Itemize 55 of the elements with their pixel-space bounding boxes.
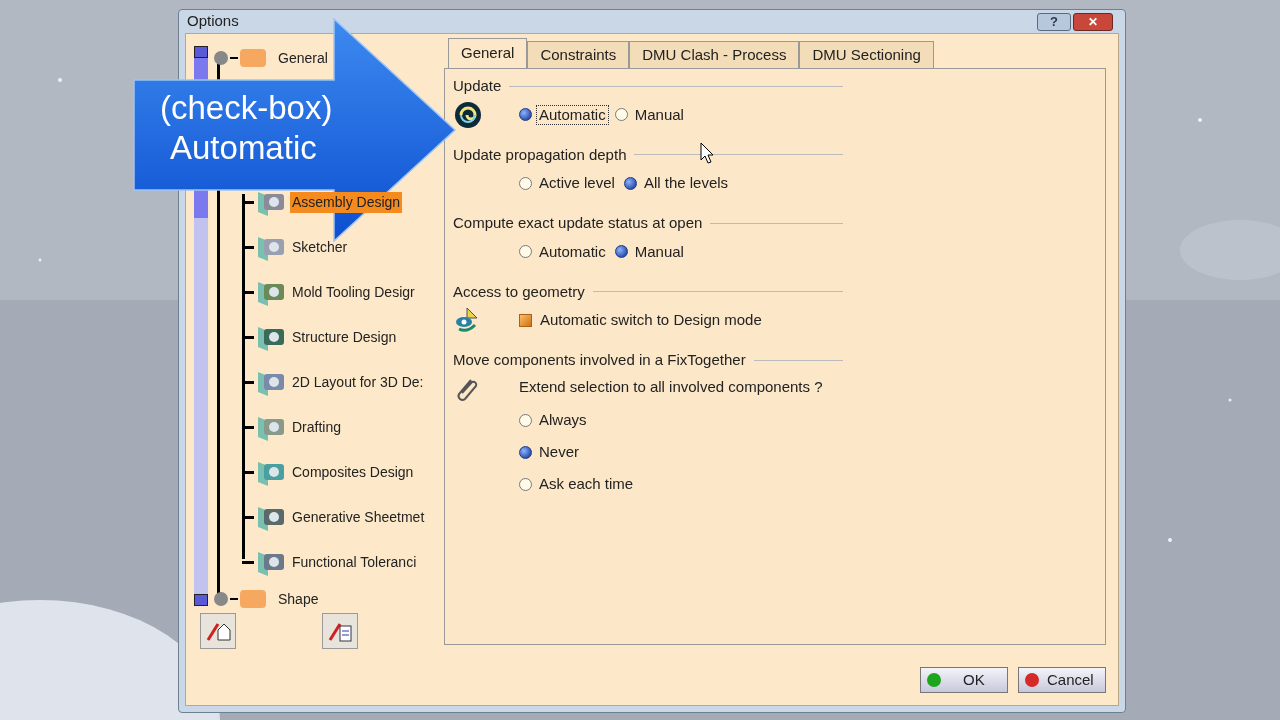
option-label: Ask each time	[538, 474, 635, 494]
option-label: Active level	[538, 173, 616, 193]
group-title: Update propagation depth	[453, 144, 627, 165]
group-title: Move components involved in a FixTogether	[453, 350, 746, 370]
callout-text: (check-box) Automatic	[160, 88, 333, 168]
tree-item[interactable]: Functional Toleranci	[290, 552, 419, 573]
mouse-pointer-icon	[700, 142, 714, 164]
group-title: Compute exact update status at open	[453, 213, 703, 233]
checkbox-label: Automatic switch to Design mode	[540, 309, 762, 330]
option-label: Always	[538, 410, 588, 430]
tab[interactable]: Constraints	[527, 41, 630, 68]
expand-icon[interactable]	[214, 592, 228, 606]
help-button[interactable]: ?	[1037, 12, 1071, 31]
option-label: Automatic	[536, 104, 609, 125]
group-title: Update	[453, 76, 502, 96]
ok-button[interactable]: OK	[920, 667, 1008, 693]
tab[interactable]: DMU Clash - Process	[629, 41, 800, 68]
tree-item[interactable]: Composites Design	[290, 462, 416, 483]
document-tool-button[interactable]	[322, 613, 358, 649]
radio-button[interactable]	[519, 477, 532, 491]
radio-button[interactable]	[519, 445, 532, 459]
tree-item[interactable]: Mold Tooling Desigr	[290, 282, 417, 303]
radio-button[interactable]	[519, 108, 532, 121]
option-label: Automatic	[538, 241, 607, 262]
radio-button[interactable]	[614, 245, 628, 258]
scroll-up-icon[interactable]	[194, 46, 208, 58]
tree-item[interactable]: 2D Layout for 3D De:	[290, 372, 426, 393]
checkbox[interactable]	[519, 313, 532, 327]
tree-item[interactable]: Generative Sheetmet	[290, 507, 427, 528]
radio-button[interactable]	[614, 108, 628, 121]
radio-button[interactable]	[519, 176, 532, 190]
tab[interactable]: General	[448, 38, 528, 68]
window-title: Options	[187, 11, 239, 32]
home-tool-button[interactable]	[200, 613, 236, 649]
scroll-down-icon[interactable]	[194, 594, 208, 606]
tree-item[interactable]: Sketcher	[290, 237, 350, 258]
radio-button[interactable]	[519, 413, 532, 427]
tree-item[interactable]: Drafting	[290, 417, 344, 438]
tab[interactable]: DMU Sectioning	[799, 41, 934, 68]
close-button[interactable]: ✕	[1073, 12, 1113, 31]
group-title: Access to geometry	[453, 281, 585, 302]
option-label: All the levels	[642, 173, 730, 193]
tree-item[interactable]: Structure Design	[290, 327, 399, 348]
tree-item[interactable]: Assembly Design	[290, 192, 403, 213]
cancel-button[interactable]: Cancel	[1018, 667, 1106, 693]
radio-button[interactable]	[623, 176, 637, 190]
option-label: Manual	[633, 104, 685, 125]
radio-button[interactable]	[519, 245, 532, 258]
swirl-icon	[453, 99, 483, 130]
option-label: Never	[538, 442, 580, 462]
tree-item[interactable]: Shape	[276, 588, 321, 610]
question-text: Extend selection to all involved components ?	[519, 376, 823, 397]
expand-icon[interactable]	[214, 51, 228, 65]
tree-item[interactable]: General	[276, 47, 330, 69]
option-label: Manual	[633, 241, 685, 262]
